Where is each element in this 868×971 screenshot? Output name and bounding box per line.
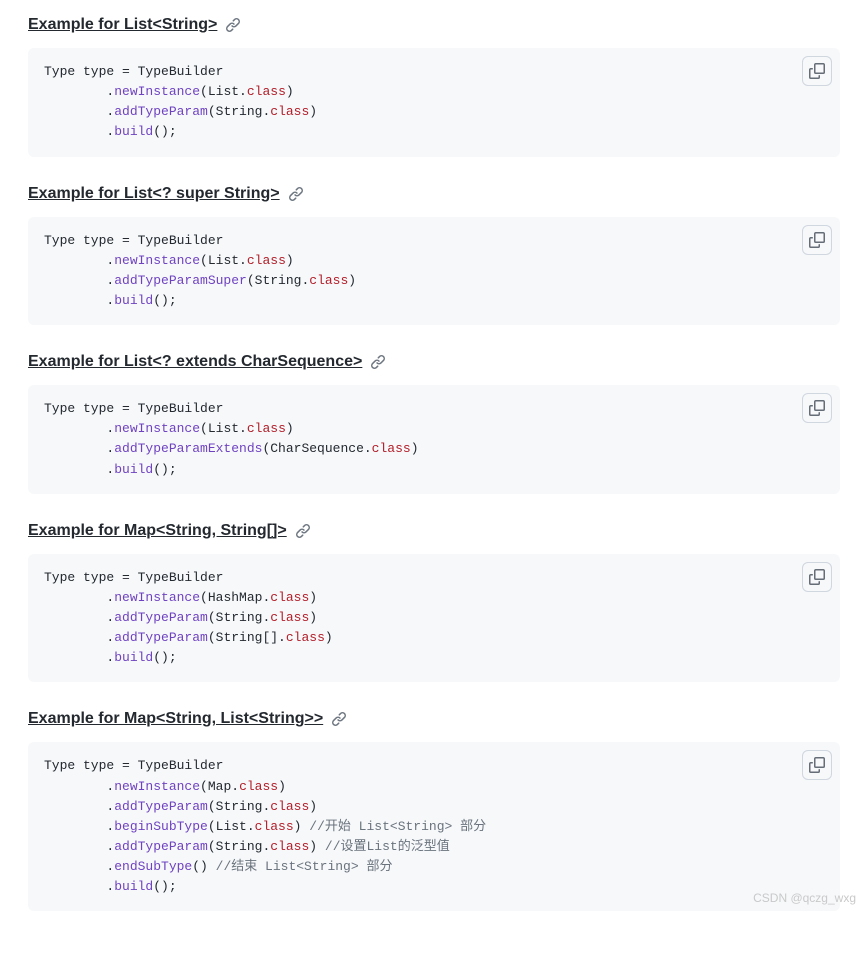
section-heading: Example for Map<String, List<String>> <box>28 710 840 728</box>
code-content: Type type = TypeBuilder .newInstance(Lis… <box>44 401 419 476</box>
example-section: Example for List<? extends CharSequence>… <box>28 353 840 494</box>
copy-button[interactable] <box>802 393 832 423</box>
heading-text: Example for List<? super String> <box>28 185 280 203</box>
copy-button[interactable] <box>802 56 832 86</box>
section-heading: Example for List<String> <box>28 16 840 34</box>
watermark: CSDN @qczg_wxg <box>753 891 856 905</box>
code-block: Type type = TypeBuilder .newInstance(Lis… <box>28 48 840 157</box>
heading-text: Example for List<? extends CharSequence> <box>28 353 362 371</box>
section-heading: Example for List<? extends CharSequence> <box>28 353 840 371</box>
section-heading: Example for Map<String, String[]> <box>28 522 840 540</box>
anchor-link-icon[interactable] <box>370 354 386 370</box>
anchor-link-icon[interactable] <box>225 17 241 33</box>
copy-button[interactable] <box>802 562 832 592</box>
example-section: Example for List<? super String> Type typ… <box>28 185 840 326</box>
code-content: Type type = TypeBuilder .newInstance(Lis… <box>44 64 317 139</box>
anchor-link-icon[interactable] <box>331 711 347 727</box>
heading-text: Example for List<String> <box>28 16 217 34</box>
copy-button[interactable] <box>802 225 832 255</box>
code-content: Type type = TypeBuilder .newInstance(Has… <box>44 570 333 666</box>
code-block: Type type = TypeBuilder .newInstance(Map… <box>28 742 840 911</box>
anchor-link-icon[interactable] <box>295 523 311 539</box>
code-content: Type type = TypeBuilder .newInstance(Map… <box>44 758 486 894</box>
anchor-link-icon[interactable] <box>288 186 304 202</box>
code-block: Type type = TypeBuilder .newInstance(Lis… <box>28 385 840 494</box>
copy-button[interactable] <box>802 750 832 780</box>
example-section: Example for Map<String, String[]> Type ty… <box>28 522 840 683</box>
heading-text: Example for Map<String, String[]> <box>28 522 287 540</box>
code-content: Type type = TypeBuilder .newInstance(Lis… <box>44 233 356 308</box>
example-section: Example for Map<String, List<String>> Typ… <box>28 710 840 911</box>
section-heading: Example for List<? super String> <box>28 185 840 203</box>
code-block: Type type = TypeBuilder .newInstance(Lis… <box>28 217 840 326</box>
example-section: Example for List<String> Type type = Type… <box>28 16 840 157</box>
code-block: Type type = TypeBuilder .newInstance(Has… <box>28 554 840 683</box>
heading-text: Example for Map<String, List<String>> <box>28 710 323 728</box>
